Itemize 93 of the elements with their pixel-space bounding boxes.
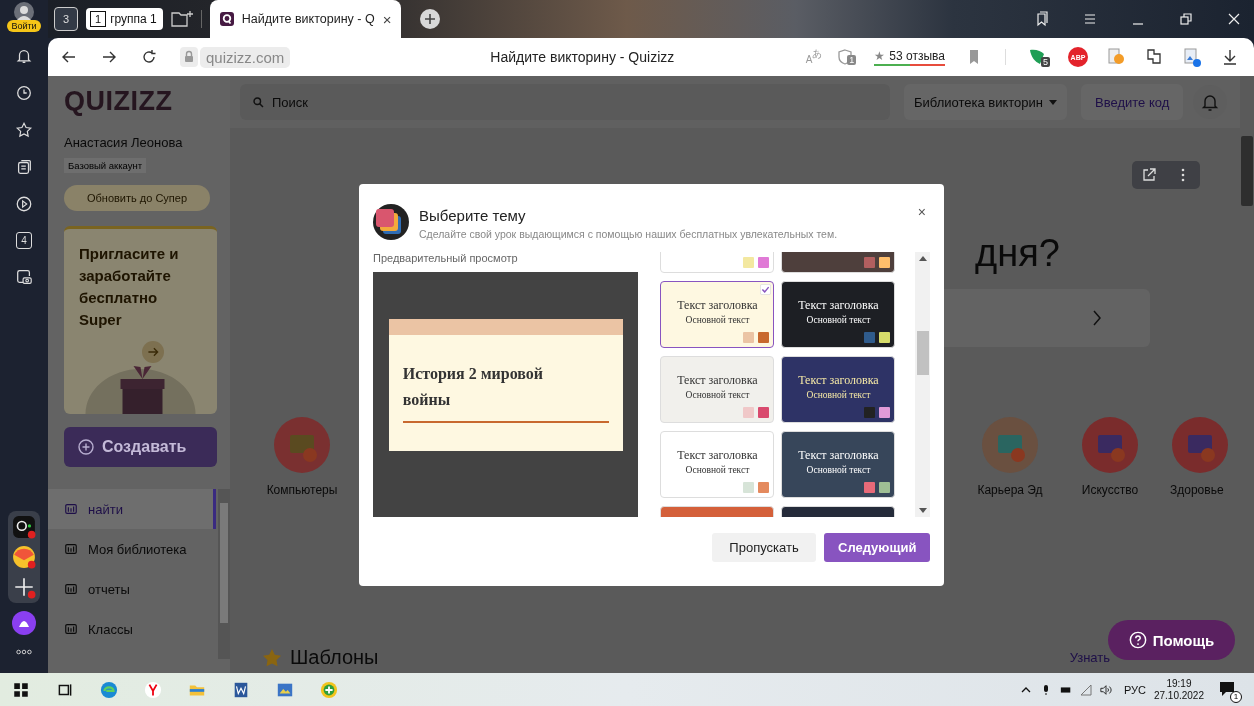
lock-icon[interactable] (180, 47, 198, 67)
theme-title-sample: Текст заголовка (677, 298, 758, 313)
plan-badge: Базовый аккаунт (64, 158, 147, 173)
skip-button[interactable]: Пропускать (712, 533, 816, 562)
image-extension-icon[interactable] (1182, 47, 1202, 67)
theme-card[interactable]: Текст заголовка Основной текст (781, 281, 896, 348)
check-icon (760, 284, 772, 295)
dialog-subtitle: Сделайте свой урок выдающимся с помощью наших бесплатных увлекательных тем. (419, 228, 839, 240)
preview-label: Предварительный просмотр (373, 252, 519, 266)
menu-icon[interactable] (1082, 11, 1098, 27)
plus-circle-icon (78, 439, 94, 455)
page-heading: дня? (975, 231, 1061, 276)
nav-icon (64, 502, 78, 516)
theme-body-sample: Основной текст (685, 465, 750, 475)
language-indicator[interactable]: РУС (1123, 683, 1146, 696)
volume-icon[interactable] (1099, 683, 1112, 696)
yandex-icon[interactable] (144, 680, 162, 699)
question-icon (1128, 631, 1147, 649)
quiz-logo-icon (219, 12, 234, 26)
user-name: Анастасия Леонова (64, 135, 184, 150)
word-icon[interactable] (232, 680, 250, 699)
search-field[interactable]: Поиск (240, 84, 890, 120)
tab-groups-button[interactable]: 3 (54, 7, 78, 31)
reviews-button[interactable]: ★ 53 отзыва (874, 48, 945, 66)
theme-title-sample: Текст заголовка (798, 448, 879, 463)
new-tab-icon[interactable] (419, 8, 442, 30)
close-tab-button[interactable]: × (382, 10, 392, 28)
upgrade-button[interactable]: Обновить до Супер (64, 185, 210, 211)
mail-app-icon[interactable] (12, 545, 36, 569)
theme-title-sample: Текст заголовка (798, 298, 879, 313)
help-button[interactable]: Помощь (1108, 620, 1235, 660)
extension-button[interactable]: 5 (1027, 47, 1050, 67)
collections-icon[interactable] (15, 158, 33, 176)
theme-title-sample: Текст заголовка (798, 373, 879, 388)
chevron-right-icon[interactable] (1092, 309, 1102, 327)
promo-text: Пригласите и заработайте бесплатно Super (78, 244, 180, 330)
dialog-title: Выберите тему (419, 207, 527, 224)
bell-icon[interactable] (15, 47, 33, 65)
tabs-count-button[interactable]: 4 (16, 232, 32, 249)
new-group-icon[interactable] (170, 10, 193, 28)
theme-body-sample: Основной текст (806, 390, 871, 400)
login-button[interactable]: Войти (7, 20, 41, 32)
slide-title: История 2 мировой войны (402, 363, 545, 410)
theme-card[interactable]: Текст заголовка Основной текст (660, 431, 775, 498)
theme-card[interactable]: Текст заголовка Основной текст (781, 431, 896, 498)
play-icon[interactable] (15, 195, 33, 213)
theme-body-sample: Основной текст (685, 315, 750, 325)
scrollbar[interactable] (1241, 136, 1253, 206)
caret-icon (1049, 99, 1057, 105)
search-icon (252, 96, 265, 109)
scroll-down-icon[interactable] (918, 508, 927, 513)
theme-title-sample: Текст заголовка (677, 373, 758, 388)
nav-icon (64, 582, 78, 596)
camera-app-icon[interactable] (12, 515, 36, 539)
close-button[interactable]: × (917, 204, 926, 220)
wifi-icon[interactable] (1079, 683, 1092, 696)
restore-icon[interactable] (1178, 11, 1194, 27)
theme-logo-icon (373, 204, 409, 240)
promo-card[interactable]: Пригласите и заработайте бесплатно Super (64, 226, 217, 414)
clock-icon[interactable] (15, 84, 33, 102)
star-icon[interactable] (15, 121, 33, 139)
next-button[interactable]: Следующий (824, 533, 930, 562)
add-icon[interactable] (12, 575, 36, 599)
section-title: Шаблоны (290, 646, 379, 669)
theme-card[interactable]: Текст заголовка Основной текст (660, 356, 775, 423)
theme-body-sample: Основной текст (806, 465, 871, 475)
close-icon[interactable] (1226, 11, 1242, 27)
puzzle-icon[interactable] (1144, 47, 1164, 67)
theme-card[interactable]: Текст заголовка Основной текст (660, 281, 775, 348)
bookmarks-icon[interactable] (1034, 11, 1050, 27)
theme-card[interactable]: Текст заголовка Основной текст (781, 356, 896, 423)
reload-icon[interactable] (140, 48, 158, 66)
edge-icon[interactable] (100, 680, 118, 699)
scrollbar[interactable] (915, 252, 930, 517)
tab-group[interactable]: 1 группа 1 (86, 8, 163, 30)
clock[interactable]: 19:19 27.10.2022 (1153, 677, 1204, 702)
start-icon[interactable] (12, 680, 30, 699)
scroll-thumb[interactable] (916, 331, 929, 375)
browser-tab[interactable]: Найдите викторину - Q × (209, 0, 402, 38)
plus-app-icon[interactable] (320, 680, 338, 699)
star-icon (262, 647, 282, 668)
theme-body-sample: Основной текст (685, 390, 750, 400)
screenshot-icon[interactable] (15, 268, 33, 286)
scroll-up-icon[interactable] (918, 256, 927, 261)
more-icon[interactable] (15, 649, 33, 655)
page-title: Найдите викторину - Quizizz (490, 49, 675, 65)
nav-icon (64, 542, 78, 556)
create-button[interactable]: Создавать (64, 427, 217, 467)
theme-body-sample: Основной текст (806, 315, 871, 325)
nav-icon (64, 622, 78, 636)
theme-title-sample: Текст заголовка (677, 448, 758, 463)
scrollbar[interactable] (218, 489, 230, 659)
voice-assistant-icon[interactable] (12, 611, 36, 635)
